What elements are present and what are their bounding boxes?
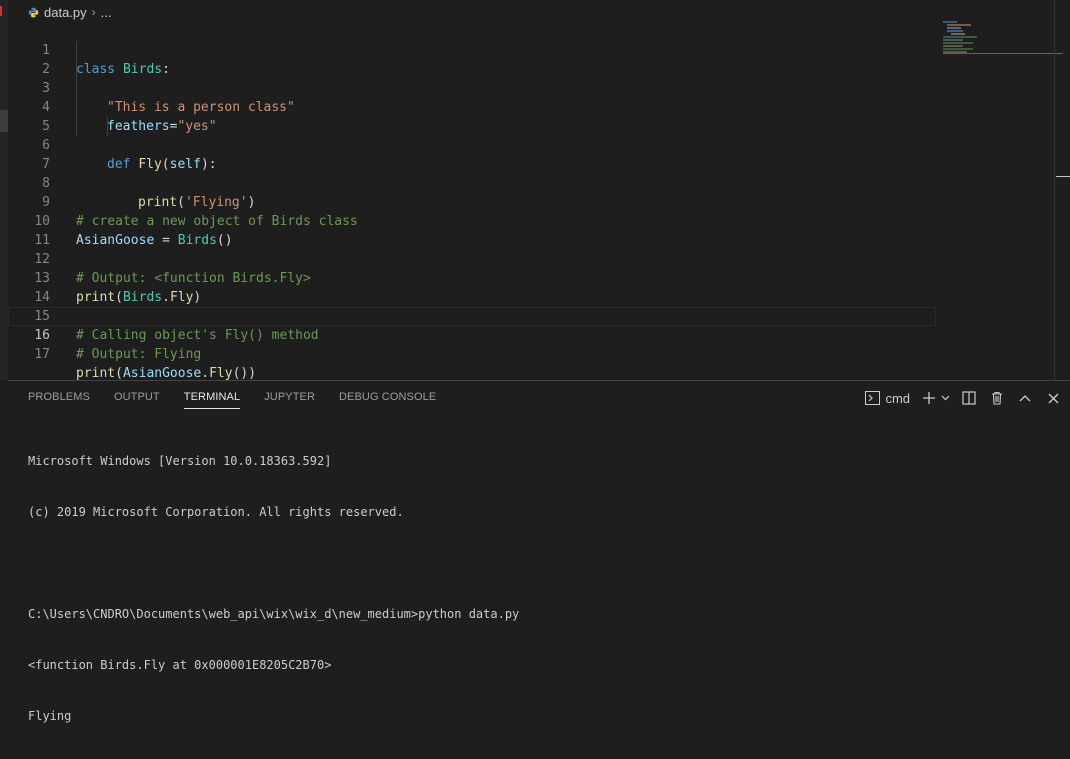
- code-line[interactable]: 14: [8, 269, 936, 305]
- chevron-down-icon: [941, 395, 949, 401]
- line-number: 17: [34, 347, 50, 362]
- error-marker: [0, 6, 2, 16]
- tab-jupyter[interactable]: JUPYTER: [264, 391, 315, 409]
- code-line[interactable]: 8: [8, 155, 936, 191]
- tab-debug-console[interactable]: DEBUG CONSOLE: [339, 391, 436, 409]
- code-line[interactable]: 9 # create a new object of Birds class: [8, 174, 936, 229]
- new-terminal-button[interactable]: [920, 389, 938, 407]
- split-icon: [962, 391, 976, 405]
- close-icon: [1048, 393, 1058, 403]
- indent-guide: [76, 117, 77, 136]
- python-file-icon: [28, 7, 39, 17]
- terminal-line: Microsoft Windows [Version 10.0.18363.59…: [28, 454, 332, 468]
- code-line[interactable]: 1 class Birds:: [8, 22, 936, 77]
- code-line[interactable]: 11: [8, 212, 936, 248]
- code-line[interactable]: 4: [8, 79, 936, 115]
- code-comment: # Output: Flying: [76, 347, 202, 362]
- minimap[interactable]: [943, 20, 1063, 60]
- panel-tabs: PROBLEMS OUTPUT TERMINAL JUPYTER DEBUG C…: [28, 391, 460, 409]
- breadcrumb[interactable]: data.py › ...: [28, 3, 112, 21]
- split-terminal-button[interactable]: [960, 389, 978, 407]
- panel-actions: cmd: [865, 389, 1062, 407]
- bottom-panel: PROBLEMS OUTPUT TERMINAL JUPYTER DEBUG C…: [8, 380, 1070, 723]
- breadcrumb-more[interactable]: ...: [101, 5, 112, 20]
- chevron-right-icon: ›: [91, 5, 96, 19]
- terminal-line: C:\Users\CNDRO\Documents\web_api\wix\wix…: [28, 607, 520, 621]
- activity-strip: [0, 0, 8, 380]
- code-line[interactable]: 3 feathers="yes": [8, 60, 936, 134]
- close-panel-button[interactable]: [1044, 389, 1062, 407]
- code-line[interactable]: 5 def Fly(self):: [8, 98, 936, 172]
- activity-marker: [0, 110, 8, 132]
- trash-icon: [992, 391, 1002, 405]
- terminal-dropdown-button[interactable]: [940, 389, 950, 407]
- code-line-current[interactable]: 16 # Output: Flying: [8, 307, 936, 362]
- terminal-name: cmd: [885, 390, 910, 406]
- kill-terminal-button[interactable]: [988, 389, 1006, 407]
- maximize-panel-button[interactable]: [1016, 389, 1034, 407]
- indent-guide: [76, 98, 77, 117]
- terminal-line: <function Birds.Fly at 0x000001E8205C2B7…: [28, 658, 332, 672]
- tab-problems[interactable]: PROBLEMS: [28, 391, 90, 409]
- indent-guide: [107, 117, 108, 136]
- terminal-selector[interactable]: cmd: [865, 391, 910, 406]
- terminal-line: Flying: [28, 709, 72, 723]
- code-line[interactable]: 7: [8, 136, 936, 172]
- tab-output[interactable]: OUTPUT: [114, 391, 160, 409]
- indent-guide: [76, 60, 77, 79]
- indent-guide: [76, 41, 77, 60]
- code-area[interactable]: 1 class Birds: 2 "This is a person class…: [8, 22, 936, 381]
- tab-terminal[interactable]: TERMINAL: [183, 391, 241, 409]
- code-line[interactable]: 17 print(AsianGoose.Fly()): [8, 326, 936, 381]
- code-editor[interactable]: data.py › ... 1 class Birds: 2 "This is …: [8, 0, 1070, 381]
- code-line[interactable]: 10 AsianGoose = Birds(): [8, 193, 936, 248]
- code-line[interactable]: 15 # Calling object's Fly() method: [8, 288, 936, 343]
- terminal-output[interactable]: Microsoft Windows [Version 10.0.18363.59…: [28, 419, 519, 759]
- code-line[interactable]: 2 "This is a person class": [8, 41, 936, 115]
- code-line[interactable]: 13 print(Birds.Fly): [8, 250, 936, 305]
- scrollbar-cursor-marker: [1056, 176, 1070, 177]
- plus-icon: [923, 392, 935, 404]
- maximize-icon: [1019, 395, 1031, 402]
- code-line[interactable]: 6 print('Flying'): [8, 117, 936, 210]
- editor-scrollbar[interactable]: [1054, 0, 1055, 380]
- code-line[interactable]: 12 # Output: <function Birds.Fly>: [8, 231, 936, 286]
- indent-guide: [76, 79, 77, 98]
- terminal-icon: [865, 391, 881, 405]
- terminal-line: (c) 2019 Microsoft Corporation. All righ…: [28, 505, 404, 519]
- minimap-highlight: [943, 53, 1063, 54]
- breadcrumb-file[interactable]: data.py: [44, 5, 87, 20]
